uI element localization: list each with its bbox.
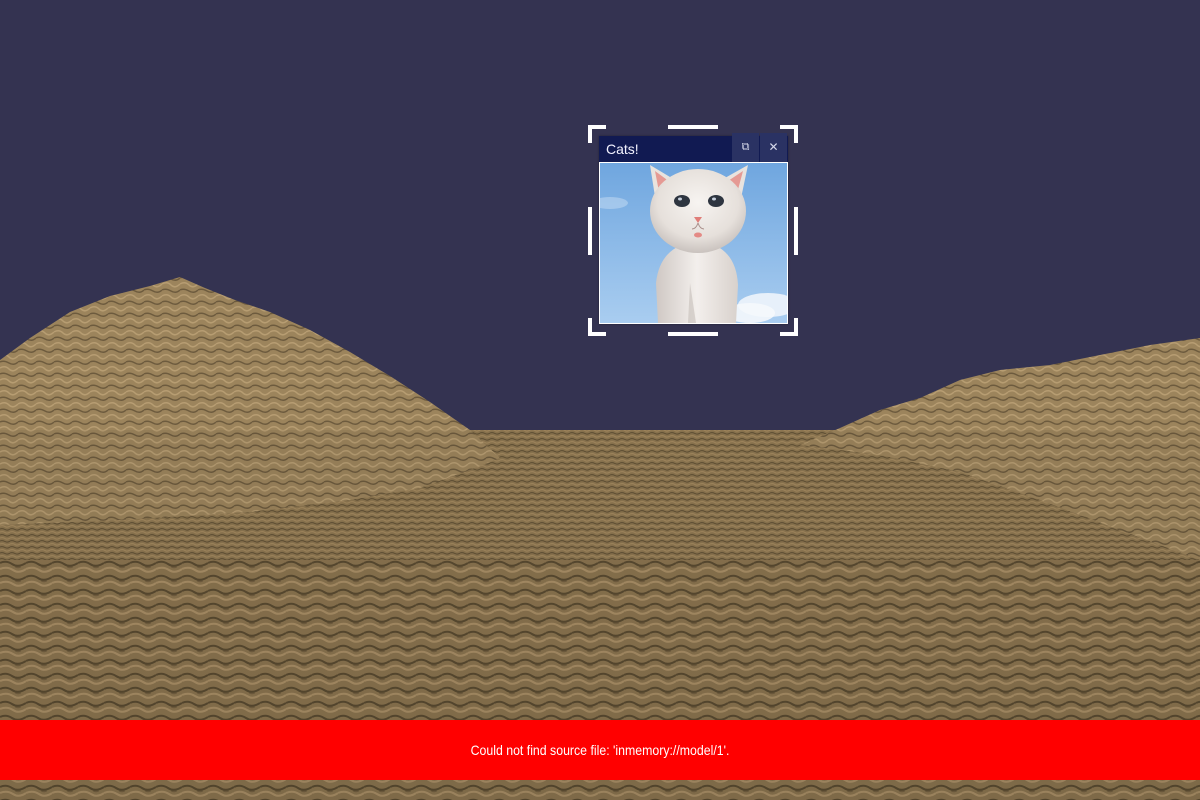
- kitten-photo: [600, 163, 787, 323]
- resize-handle-right[interactable]: [794, 207, 798, 255]
- restore-icon: ⧉: [741, 141, 750, 153]
- terrain-background: [0, 277, 1200, 800]
- restore-button[interactable]: ⧉: [732, 133, 759, 162]
- error-banner: Could not find source file: 'inmemory://…: [0, 720, 1200, 780]
- game-viewport[interactable]: Cats! ⧉ ✕ Could not find source file: 'i…: [0, 0, 1200, 800]
- resize-handle-top[interactable]: [668, 125, 718, 129]
- close-button[interactable]: ✕: [760, 133, 787, 162]
- cats-window: Cats! ⧉ ✕: [599, 133, 788, 324]
- window-title: Cats!: [606, 141, 639, 157]
- resize-handle-bottom[interactable]: [668, 332, 718, 336]
- floating-panel[interactable]: Cats! ⧉ ✕: [588, 125, 798, 336]
- error-message: Could not find source file: 'inmemory://…: [470, 742, 730, 758]
- window-titlebar[interactable]: Cats! ⧉ ✕: [599, 133, 788, 162]
- resize-handle-left[interactable]: [588, 207, 592, 255]
- close-icon: ✕: [768, 140, 779, 154]
